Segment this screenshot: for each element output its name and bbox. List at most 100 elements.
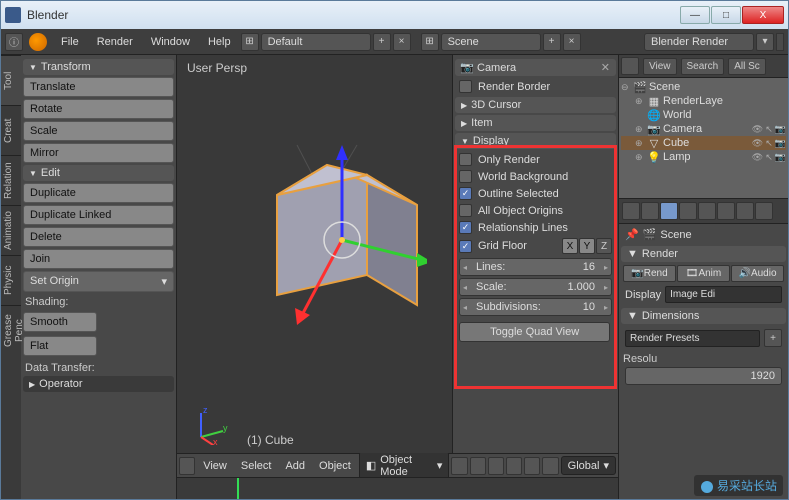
prop-object-icon[interactable] xyxy=(698,202,716,220)
outliner-editor-icon[interactable] xyxy=(621,57,639,75)
3d-viewport[interactable]: User Persp xyxy=(177,55,452,453)
expand-scene-icon[interactable]: ⊖ xyxy=(621,82,631,93)
prop-world-icon[interactable] xyxy=(679,202,697,220)
screen-layout-dropdown[interactable]: Default xyxy=(261,33,371,51)
tab-tools[interactable]: Tool xyxy=(1,55,21,105)
scene-browse-icon[interactable]: ⊞ xyxy=(421,33,439,51)
eye-icon[interactable]: 👁 xyxy=(752,124,763,135)
expand-cam-icon[interactable]: ⊕ xyxy=(635,124,645,135)
rotate-button[interactable]: Rotate xyxy=(23,99,174,119)
editor-type-icon[interactable]: ⓘ xyxy=(5,33,23,51)
anim-tab-button[interactable]: 🎞Anim xyxy=(677,265,730,282)
duplicate-button[interactable]: Duplicate xyxy=(23,183,174,203)
layout-del-icon[interactable]: × xyxy=(393,33,411,51)
render-border-checkbox[interactable] xyxy=(459,80,472,93)
dimensions-panel-head[interactable]: ▼Dimensions xyxy=(621,308,786,324)
expand-rl-icon[interactable]: ⊕ xyxy=(635,96,645,107)
expand-lamp-icon[interactable]: ⊕ xyxy=(635,152,645,163)
minimize-button[interactable]: — xyxy=(680,6,710,24)
layout-browse-icon[interactable]: ⊞ xyxy=(241,33,259,51)
camera-panel-head[interactable]: 📷Camera ✕ xyxy=(455,59,616,76)
panel-edit[interactable]: ▼Edit xyxy=(23,165,174,181)
close-button[interactable]: X xyxy=(742,6,784,24)
resolution-x-field[interactable]: 1920 xyxy=(625,367,782,385)
cube-object[interactable] xyxy=(227,105,427,385)
operator-panel[interactable]: ▶Operator xyxy=(23,376,174,392)
area-grip-icon[interactable] xyxy=(776,33,784,51)
expand-cube-icon[interactable]: ⊕ xyxy=(635,138,645,149)
prop-modifiers-icon[interactable] xyxy=(736,202,754,220)
outliner-item-lamp[interactable]: Lamp xyxy=(663,151,749,163)
outliner-view-menu[interactable]: View xyxy=(643,58,677,75)
tab-physics[interactable]: Physic xyxy=(1,255,21,305)
translate-button[interactable]: Translate xyxy=(23,77,174,97)
editor-type-3dview-icon[interactable] xyxy=(179,457,195,475)
tab-relations[interactable]: Relation xyxy=(1,155,21,205)
eye-icon[interactable]: 👁 xyxy=(752,152,763,163)
outliner-tree[interactable]: ⊖🎬Scene ⊕▦RenderLaye 🌐World ⊕📷Camera👁↖📷 … xyxy=(619,78,788,198)
render-icon[interactable]: 📷 xyxy=(775,138,786,149)
cursor-panel-head[interactable]: ▶3D Cursor xyxy=(455,97,616,113)
outliner-search-menu[interactable]: Search xyxy=(681,58,725,75)
render-engine-dropdown[interactable]: Blender Render xyxy=(644,33,754,51)
render-icon[interactable]: 📷 xyxy=(775,124,786,135)
render-presets-dropdown[interactable]: Render Presets xyxy=(625,330,760,347)
menu-render[interactable]: Render xyxy=(89,34,141,50)
layout-add-icon[interactable]: + xyxy=(373,33,391,51)
proportional-icon[interactable] xyxy=(542,457,558,475)
menu-file[interactable]: File xyxy=(53,34,87,50)
preset-add-icon[interactable]: + xyxy=(764,329,782,347)
render-icon[interactable]: 📷 xyxy=(775,152,786,163)
tab-grease[interactable]: Grease Penc xyxy=(1,305,21,355)
pin-icon[interactable]: 📌 xyxy=(625,228,639,241)
shading-mode-icon[interactable] xyxy=(451,457,467,475)
prop-constraints-icon[interactable] xyxy=(717,202,735,220)
item-panel-head[interactable]: ▶Item xyxy=(455,115,616,131)
vp-menu-object[interactable]: Object xyxy=(313,458,357,474)
set-origin-dropdown[interactable]: Set Origin ▾ xyxy=(23,271,174,292)
outliner-item-renderlayer[interactable]: RenderLaye xyxy=(663,95,786,107)
cursor-icon[interactable]: ↖ xyxy=(765,138,773,149)
manipulator-icon[interactable] xyxy=(488,457,504,475)
pivot-icon[interactable] xyxy=(470,457,486,475)
outliner-filter-dropdown[interactable]: All Sc xyxy=(728,58,766,75)
scale-button[interactable]: Scale xyxy=(23,121,174,141)
join-button[interactable]: Join xyxy=(23,249,174,269)
shade-flat-button[interactable]: Flat xyxy=(23,336,97,356)
prop-renderlayers-icon[interactable] xyxy=(641,202,659,220)
outliner-item-camera[interactable]: Camera xyxy=(663,123,749,135)
timeline-area[interactable] xyxy=(177,477,618,499)
tab-animation[interactable]: Animatio xyxy=(1,205,21,255)
orientation-dropdown[interactable]: Global▾ xyxy=(561,456,616,475)
eye-icon[interactable]: 👁 xyxy=(752,138,763,149)
audio-tab-button[interactable]: 🔊Audio xyxy=(731,265,784,282)
prop-data-icon[interactable] xyxy=(755,202,773,220)
engine-arrow-icon[interactable]: ▾ xyxy=(756,33,774,51)
vp-menu-add[interactable]: Add xyxy=(279,458,311,474)
render-tab-button[interactable]: 📷Rend xyxy=(623,265,676,282)
duplicate-linked-button[interactable]: Duplicate Linked xyxy=(23,205,174,225)
menu-window[interactable]: Window xyxy=(143,34,198,50)
outliner-item-cube[interactable]: Cube xyxy=(663,137,749,149)
shade-smooth-button[interactable]: Smooth xyxy=(23,312,97,332)
outliner-item-scene[interactable]: Scene xyxy=(649,81,786,93)
snap-icon[interactable] xyxy=(524,457,540,475)
mirror-button[interactable]: Mirror xyxy=(23,143,174,163)
panel-transform[interactable]: ▼Transform xyxy=(23,59,174,75)
display-output-dropdown[interactable]: Image Edi xyxy=(665,286,782,303)
prop-render-icon[interactable] xyxy=(622,202,640,220)
scene-add-icon[interactable]: + xyxy=(543,33,561,51)
prop-scene-icon[interactable] xyxy=(660,202,678,220)
layers-icon[interactable] xyxy=(506,457,522,475)
playhead-icon[interactable] xyxy=(237,478,239,499)
scene-del-icon[interactable]: × xyxy=(563,33,581,51)
tab-create[interactable]: Creat xyxy=(1,105,21,155)
render-panel-head[interactable]: ▼Render xyxy=(621,246,786,262)
blender-logo-icon[interactable] xyxy=(29,33,47,51)
scene-dropdown[interactable]: Scene xyxy=(441,33,541,51)
maximize-button[interactable]: □ xyxy=(711,6,741,24)
menu-help[interactable]: Help xyxy=(200,34,239,50)
vp-menu-view[interactable]: View xyxy=(197,458,233,474)
vp-menu-select[interactable]: Select xyxy=(235,458,278,474)
cursor-icon[interactable]: ↖ xyxy=(765,152,773,163)
